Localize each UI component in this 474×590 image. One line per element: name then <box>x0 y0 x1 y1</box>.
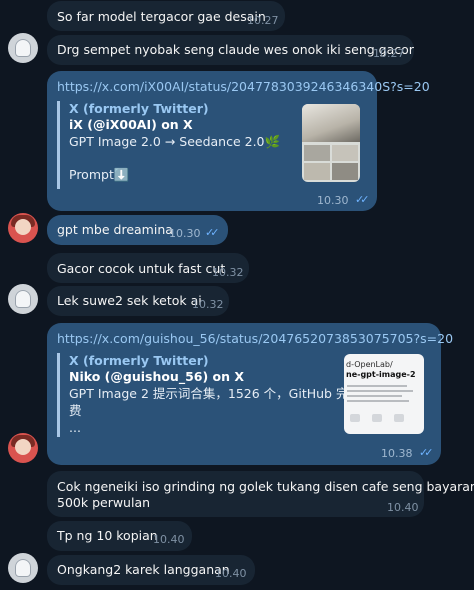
message-text: So far model tergacor gae desain <box>57 9 266 24</box>
double-check-icon: ✓✓ <box>419 446 434 459</box>
thumbnail-heading: ne-gpt-image-2 <box>346 370 416 379</box>
message-time: 10.27 <box>247 14 279 27</box>
message-time: 10.30 <box>169 227 201 240</box>
message-bubble[interactable]: Ongkang2 karek langganan 10.40 <box>47 555 255 585</box>
message-link[interactable]: https://x.com/iX00AI/status/204778303924… <box>57 79 430 95</box>
message-time: 10.27 <box>373 47 405 60</box>
double-check-icon: ✓✓ <box>205 226 220 239</box>
thumbnail-stat <box>350 414 360 422</box>
chat-history: So far model tergacor gae desain 10.27 D… <box>0 0 474 590</box>
thumbnail-stat <box>372 414 382 422</box>
self-avatar[interactable] <box>8 213 38 243</box>
preview-thumbnail[interactable] <box>302 104 360 182</box>
thumbnail-text-line <box>347 385 407 387</box>
contact-avatar[interactable] <box>8 33 38 63</box>
message-bubble[interactable]: gpt mbe dreamina 10.30 ✓✓ <box>47 215 228 245</box>
message-text: Drg sempet nyobak seng claude wes onok i… <box>57 42 414 57</box>
thumbnail-stat <box>394 414 404 422</box>
contact-avatar[interactable] <box>8 553 38 583</box>
message-bubble[interactable]: Drg sempet nyobak seng claude wes onok i… <box>47 35 414 65</box>
thumbnail-photo <box>302 104 360 142</box>
message-text: Tp ng 10 kopian <box>57 528 158 543</box>
thumbnail-text-line <box>347 400 409 402</box>
message-bubble-link[interactable]: https://x.com/guishou_56/status/20476520… <box>47 323 453 465</box>
message-text: Lek suwe2 sek ketok ai <box>57 293 202 308</box>
contact-avatar[interactable] <box>8 284 38 314</box>
message-text: Ongkang2 karek langganan <box>57 562 230 577</box>
message-text-line2: 500k perwulan <box>57 495 151 510</box>
message-time: 10.40 <box>215 567 247 580</box>
thumbnail-text-line <box>347 395 402 397</box>
message-bubble-link[interactable]: https://x.com/iX00AI/status/204778303924… <box>47 71 430 211</box>
message-text: Cok ngeneiki iso grinding ng golek tukan… <box>57 479 474 494</box>
message-link[interactable]: https://x.com/guishou_56/status/20476520… <box>57 331 453 347</box>
thumbnail-tile <box>304 145 330 161</box>
avatar-face <box>15 439 31 455</box>
self-avatar[interactable] <box>8 433 38 463</box>
avatar-face <box>15 219 31 235</box>
message-bubble[interactable]: So far model tergacor gae desain 10.27 <box>47 1 285 31</box>
message-time: 10.30 <box>317 194 349 207</box>
preview-thumbnail[interactable]: d-OpenLab/ ne-gpt-image-2 <box>344 354 424 434</box>
message-bubble[interactable]: Gacor cocok untuk fast cut 10.32 <box>47 253 249 283</box>
double-check-icon: ✓✓ <box>355 193 370 206</box>
thumbnail-tile <box>304 163 330 180</box>
message-time: 10.40 <box>153 533 185 546</box>
thumbnail-text-line <box>347 390 413 392</box>
message-time: 10.32 <box>212 266 244 279</box>
message-bubble[interactable]: Lek suwe2 sek ketok ai 10.32 <box>47 286 229 316</box>
thumbnail-tile <box>332 163 358 180</box>
thumbnail-heading: d-OpenLab/ <box>346 360 393 369</box>
message-bubble[interactable]: Cok ngeneiki iso grinding ng golek tukan… <box>47 471 474 517</box>
message-text: gpt mbe dreamina <box>57 222 173 237</box>
thumbnail-tile <box>332 145 358 161</box>
message-text: Gacor cocok untuk fast cut <box>57 261 226 276</box>
message-time: 10.32 <box>192 298 224 311</box>
message-time: 10.38 <box>381 447 413 460</box>
message-bubble[interactable]: Tp ng 10 kopian 10.40 <box>47 521 192 551</box>
message-time: 10.40 <box>387 501 419 514</box>
